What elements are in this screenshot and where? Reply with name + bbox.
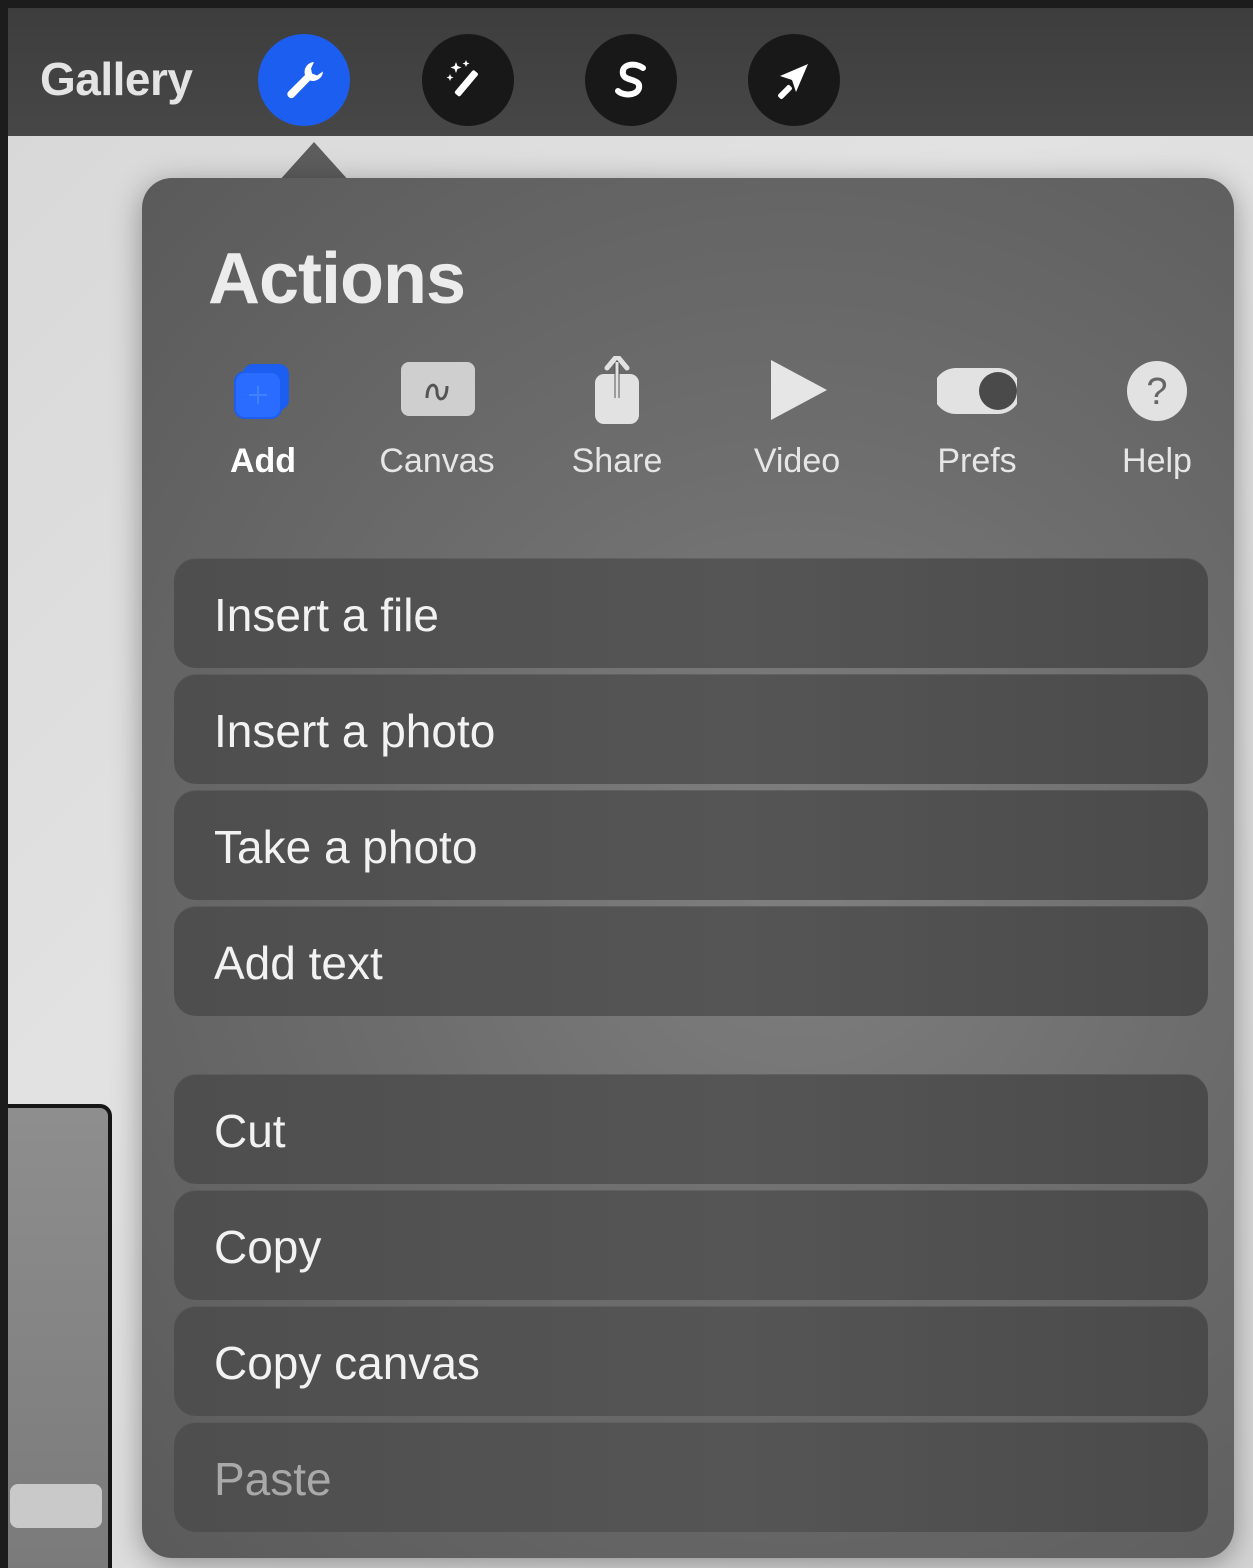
top-toolbar: Gallery: [8, 8, 1253, 136]
tab-video[interactable]: Video: [712, 356, 882, 486]
add-layers-icon: [223, 356, 303, 426]
adjustments-button[interactable]: [422, 34, 514, 126]
insert-file-button[interactable]: Insert a file: [174, 558, 1208, 668]
share-icon: [577, 356, 657, 426]
brush-size-slider[interactable]: [8, 1104, 112, 1568]
tab-canvas[interactable]: Canvas: [352, 356, 522, 486]
clipboard-menu-group: Cut Copy Copy canvas Paste: [174, 1074, 1208, 1538]
wrench-icon: [287, 62, 323, 99]
popover-arrow: [278, 142, 350, 182]
svg-text:?: ?: [1146, 371, 1167, 413]
canvas-icon: [397, 356, 477, 426]
cut-button[interactable]: Cut: [174, 1074, 1208, 1184]
actions-popover: Actions Add Canvas Share Video Prefs ? H…: [142, 178, 1234, 1558]
actions-tabs: Add Canvas Share Video Prefs ? Help: [178, 356, 1198, 496]
copy-button[interactable]: Copy: [174, 1190, 1208, 1300]
tab-help[interactable]: ? Help: [1072, 356, 1242, 486]
help-icon: ?: [1117, 356, 1197, 426]
actions-button[interactable]: [258, 34, 350, 126]
tab-prefs[interactable]: Prefs: [892, 356, 1062, 486]
slider-thumb[interactable]: [10, 1484, 102, 1528]
toggle-icon: [937, 356, 1017, 426]
insert-photo-button[interactable]: Insert a photo: [174, 674, 1208, 784]
tab-share[interactable]: Share: [532, 356, 702, 486]
magic-wand-icon: [446, 60, 478, 97]
transform-button[interactable]: [748, 34, 840, 126]
add-menu-group: Insert a file Insert a photo Take a phot…: [174, 558, 1208, 1022]
gallery-button[interactable]: Gallery: [40, 52, 193, 106]
add-text-button[interactable]: Add text: [174, 906, 1208, 1016]
play-icon: [757, 356, 837, 426]
tab-add[interactable]: Add: [178, 356, 348, 486]
arrow-cursor-icon: [778, 64, 808, 99]
take-photo-button[interactable]: Take a photo: [174, 790, 1208, 900]
paste-button[interactable]: Paste: [174, 1422, 1208, 1532]
copy-canvas-button[interactable]: Copy canvas: [174, 1306, 1208, 1416]
selection-button[interactable]: [585, 34, 677, 126]
selection-s-icon: [615, 61, 646, 98]
screen: Gallery Actions Add Canvas Share Video P…: [8, 8, 1253, 1568]
popover-title: Actions: [208, 239, 466, 319]
